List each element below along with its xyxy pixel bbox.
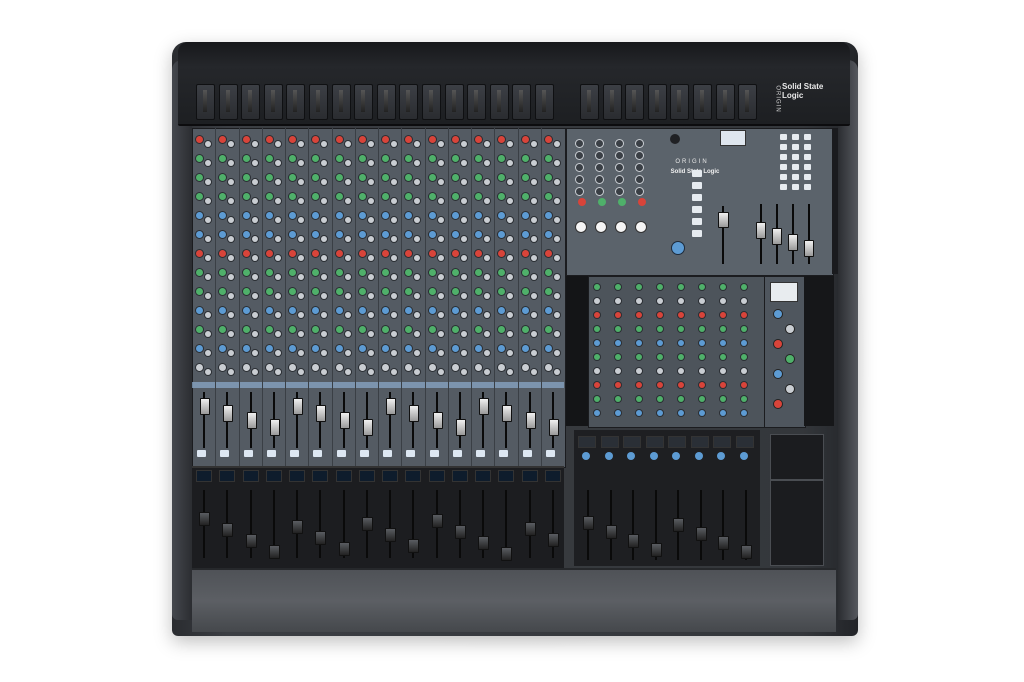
bus-compressor-panel xyxy=(764,276,806,428)
channel-fader-bank xyxy=(192,466,564,568)
meter-bridge xyxy=(178,42,850,126)
console-side-left xyxy=(172,60,192,620)
vu-meter-icon xyxy=(286,84,306,120)
channel-strips-panel xyxy=(192,128,566,468)
brand-logo: Solid State Logic xyxy=(782,82,824,100)
vu-meter-icon xyxy=(670,84,690,120)
vu-meter-icon xyxy=(715,84,735,120)
insert-blank-right xyxy=(804,276,834,426)
model-tag: ORIGIN xyxy=(774,85,781,113)
vu-meter-icon xyxy=(647,84,667,120)
vu-meter-icon xyxy=(602,84,622,120)
vu-meter-icon xyxy=(625,84,645,120)
vu-meter-icon xyxy=(489,84,509,120)
insert-module-panel xyxy=(588,276,766,428)
master-brand-label: Solid State Logic xyxy=(670,169,720,175)
vu-meter-icon xyxy=(580,84,599,120)
vu-meter-icon xyxy=(309,84,328,120)
vu-meter-icon xyxy=(263,84,283,120)
vu-meter-icon xyxy=(693,84,712,120)
vu-meter-icon xyxy=(196,84,215,120)
blank-panel-bottom xyxy=(770,480,824,566)
vu-meter-icon xyxy=(422,84,441,120)
vu-meter-icon xyxy=(535,84,554,120)
armrest xyxy=(192,568,836,632)
channel-scribble-strip xyxy=(192,382,564,388)
master-edge xyxy=(832,128,838,274)
vu-meter-icon xyxy=(444,84,464,120)
vu-meter-icon xyxy=(512,84,532,120)
vu-meter-icon xyxy=(354,84,374,120)
vu-meter-icon xyxy=(399,84,419,120)
insert-blank-left xyxy=(566,276,588,426)
blank-panel-top xyxy=(770,434,824,480)
master-model-label: ORIGIN xyxy=(675,159,709,165)
vu-meter-icon xyxy=(241,84,261,120)
vu-meter-icon xyxy=(376,84,396,120)
vu-meter-icon xyxy=(331,84,351,120)
console-side-right xyxy=(838,60,858,620)
vu-meter-icon xyxy=(467,84,487,120)
master-section-panel: ORIGIN Solid State Logic xyxy=(566,128,834,276)
vu-meter-icon xyxy=(738,84,758,120)
group-fader-bank xyxy=(574,430,760,566)
vu-meter-icon xyxy=(218,84,238,120)
